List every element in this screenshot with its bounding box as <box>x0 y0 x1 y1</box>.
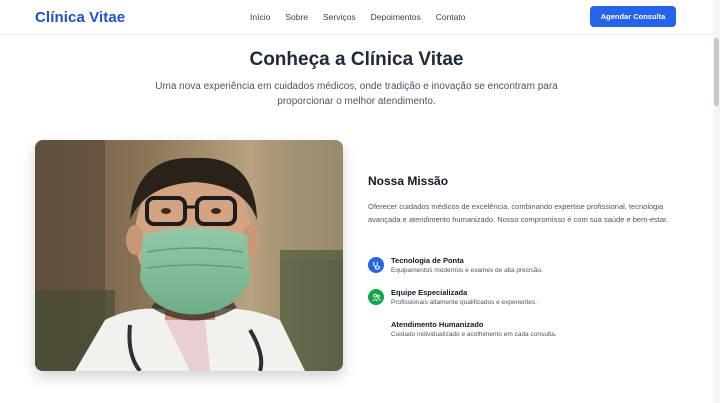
nav-link-depoimentos[interactable]: Depoimentos <box>371 12 421 22</box>
top-navbar: Clínica Vitae Início Sobre Serviços Depo… <box>0 0 713 35</box>
heart-icon <box>368 321 384 337</box>
feature-description: Equipamentos modernos e exames de alta p… <box>391 267 543 274</box>
page-title: Conheça a Clínica Vitae <box>249 49 464 70</box>
schedule-appointment-button[interactable]: Agendar Consulta <box>590 6 676 27</box>
nav-link-inicio[interactable]: Início <box>250 12 270 22</box>
page-subtitle: Uma nova experiência em cuidados médicos… <box>155 81 558 107</box>
nav-link-sobre[interactable]: Sobre <box>285 12 308 22</box>
feature-description: Profissionais altamente qualificados e e… <box>391 299 537 306</box>
nav-link-servicos[interactable]: Serviços <box>323 12 356 22</box>
feature-title: Atendimento Humanizado <box>391 320 484 329</box>
feature-item: Atendimento Humanizado Cuidado individua… <box>368 320 688 346</box>
page-scrollbar[interactable] <box>713 0 720 403</box>
brand-logo[interactable]: Clínica Vitae <box>35 9 125 26</box>
doctor-photo <box>35 140 343 371</box>
feature-item: Equipe Especializada Profissionais altam… <box>368 288 688 314</box>
team-icon <box>368 289 384 305</box>
nav-link-contato[interactable]: Contato <box>436 12 466 22</box>
main-nav: Início Sobre Serviços Depoimentos Contat… <box>250 12 480 22</box>
mission-text: Oferecer cuidados médicos de excelência,… <box>368 202 669 224</box>
doctor-with-mask-illustration <box>35 140 343 371</box>
feature-title: Equipe Especializada <box>391 288 468 297</box>
stethoscope-icon <box>368 257 384 273</box>
feature-item: Tecnologia de Ponta Equipamentos moderno… <box>368 256 688 282</box>
mission-title: Nossa Missão <box>368 174 449 188</box>
feature-description: Cuidado individualizado e acolhimento em… <box>391 331 557 338</box>
scrollbar-thumb[interactable] <box>714 38 719 106</box>
feature-title: Tecnologia de Ponta <box>391 256 464 265</box>
